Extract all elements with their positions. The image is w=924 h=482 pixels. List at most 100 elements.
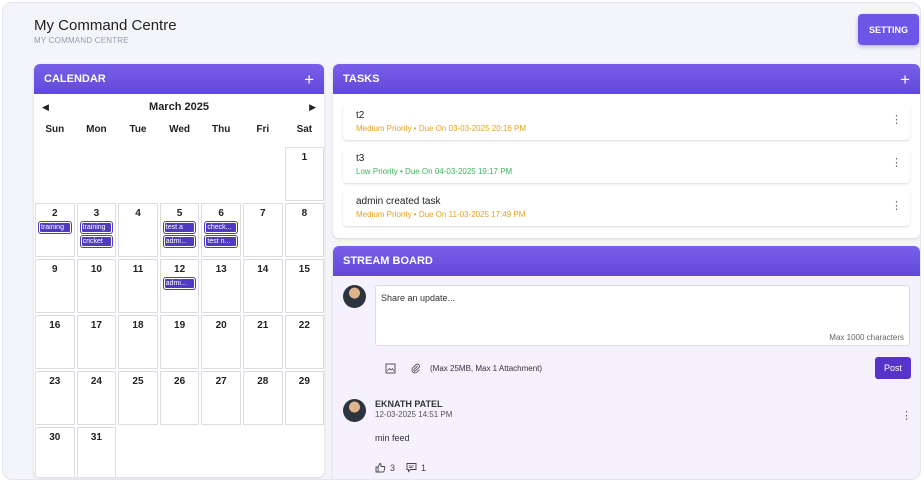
calendar-day[interactable]: 4 — [118, 203, 158, 257]
image-icon[interactable] — [385, 363, 396, 377]
task-meta: Low Priority • Due On 04-03-2025 19:17 P… — [356, 167, 513, 176]
calendar-event[interactable]: admi... — [163, 236, 196, 247]
calendar-empty-cell — [35, 147, 75, 201]
day-number: 22 — [298, 320, 310, 331]
post-timestamp: 12-03-2025 14:51 PM — [375, 410, 453, 419]
task-item[interactable]: admin created task Medium Priority • Due… — [343, 191, 910, 226]
share-update-placeholder: Share an update... — [381, 293, 456, 303]
weekday-label: Wed — [169, 124, 191, 135]
calendar-day[interactable]: 29 — [284, 371, 324, 425]
post-author: EKNATH PATEL — [375, 399, 443, 409]
calendar-day[interactable]: 6 check... test n... — [201, 203, 241, 257]
kebab-menu-icon[interactable]: ⋮ — [901, 411, 912, 422]
day-number: 27 — [215, 376, 227, 387]
current-user-avatar — [343, 285, 366, 308]
weekday-label: Thu — [212, 124, 231, 135]
day-number: 8 — [301, 208, 308, 219]
calendar-card: CALENDAR + ◀ March 2025 ▶ Sun Mon Tue We… — [34, 64, 324, 477]
calendar-day[interactable]: 23 — [35, 371, 75, 425]
day-number: 1 — [301, 152, 308, 163]
weekday-label: Mon — [86, 124, 107, 135]
calendar-event[interactable]: test n... — [205, 236, 237, 247]
kebab-menu-icon[interactable]: ⋮ — [891, 201, 902, 212]
day-number: 11 — [132, 264, 144, 275]
calendar-day[interactable]: 27 — [201, 371, 241, 425]
task-item[interactable]: t3 Low Priority • Due On 04-03-2025 19:1… — [343, 148, 910, 183]
paperclip-icon[interactable] — [410, 363, 421, 377]
calendar-day[interactable]: 9 — [35, 259, 75, 313]
weekday-label: Fri — [256, 124, 270, 135]
caret-left-icon[interactable]: ◀ — [42, 102, 49, 113]
calendar-day[interactable]: 12 admi... — [159, 259, 200, 313]
calendar-event[interactable]: training — [80, 222, 113, 233]
poster-avatar — [343, 399, 366, 422]
month-navigation: ◀ March 2025 ▶ — [34, 96, 324, 118]
day-number: 6 — [218, 208, 224, 219]
comment-count: 1 — [421, 462, 427, 473]
kebab-menu-icon[interactable]: ⋮ — [891, 115, 902, 126]
page-subtitle: MY COMMAND CENTRE — [34, 36, 129, 45]
calendar-day[interactable]: 2 training — [35, 203, 75, 257]
calendar-day[interactable]: 24 — [76, 371, 117, 425]
calendar-day[interactable]: 26 — [159, 371, 200, 425]
day-number: 21 — [257, 320, 269, 331]
tasks-card: TASKS + t2 Medium Priority • Due On 03-0… — [333, 64, 920, 238]
calendar-day[interactable]: 14 — [242, 259, 283, 313]
calendar-event[interactable]: cricket — [80, 236, 113, 247]
task-name: t3 — [356, 153, 365, 164]
day-number: 30 — [49, 432, 61, 443]
calendar-event[interactable]: admi... — [163, 278, 196, 289]
command-centre-page: My Command Centre MY COMMAND CENTRE SETT… — [2, 2, 921, 480]
calendar-day[interactable]: 31 — [76, 427, 117, 477]
day-number: 12 — [174, 264, 186, 275]
like-reaction[interactable]: 3 — [375, 462, 395, 473]
calendar-day[interactable]: 10 — [76, 259, 117, 313]
thumbs-up-icon — [375, 463, 386, 473]
day-number: 23 — [49, 376, 61, 387]
calendar-day[interactable]: 18 — [118, 315, 158, 369]
comment-reaction[interactable]: 1 — [406, 462, 426, 473]
share-update-input[interactable]: Share an update... Max 1000 characters — [375, 285, 910, 346]
day-number: 4 — [135, 208, 141, 219]
calendar-day[interactable]: 30 — [35, 427, 75, 477]
setting-button[interactable]: SETTING — [858, 14, 919, 45]
calendar-empty-cell — [76, 147, 117, 201]
calendar-day[interactable]: 8 — [284, 203, 324, 257]
attachment-limit-note: (Max 25MB, Max 1 Attachment) — [430, 364, 543, 373]
page-title: My Command Centre — [34, 17, 177, 34]
calendar-day[interactable]: 22 — [284, 315, 324, 369]
weekday-label: Tue — [129, 124, 147, 135]
calendar-event[interactable]: check... — [205, 222, 237, 233]
tasks-title: TASKS — [343, 73, 380, 85]
calendar-day[interactable]: 5 test a admi... — [159, 203, 200, 257]
caret-right-icon[interactable]: ▶ — [309, 102, 316, 113]
calendar-day[interactable]: 1 — [284, 147, 324, 201]
day-number: 9 — [52, 264, 58, 275]
post-button[interactable]: Post — [875, 357, 911, 379]
plus-icon[interactable]: + — [304, 71, 314, 88]
task-item[interactable]: t2 Medium Priority • Due On 03-03-2025 2… — [343, 105, 910, 140]
day-number: 16 — [49, 320, 61, 331]
calendar-day[interactable]: 16 — [35, 315, 75, 369]
calendar-day[interactable]: 7 — [242, 203, 283, 257]
day-number: 14 — [257, 264, 269, 275]
calendar-day[interactable]: 25 — [118, 371, 158, 425]
calendar-event[interactable]: training — [39, 222, 71, 233]
calendar-day[interactable]: 20 — [201, 315, 241, 369]
calendar-event[interactable]: test a — [163, 222, 196, 233]
kebab-menu-icon[interactable]: ⋮ — [891, 158, 902, 169]
plus-icon[interactable]: + — [900, 71, 910, 88]
calendar-day[interactable]: 28 — [242, 371, 283, 425]
stream-board-card: STREAM BOARD Share an update... Max 1000… — [333, 246, 920, 479]
day-number: 26 — [174, 376, 186, 387]
calendar-day[interactable]: 19 — [159, 315, 200, 369]
max-characters-note: Max 1000 characters — [829, 333, 904, 342]
calendar-day[interactable]: 17 — [76, 315, 117, 369]
task-meta: Medium Priority • Due On 03-03-2025 20:1… — [356, 124, 526, 133]
calendar-day[interactable]: 15 — [284, 259, 324, 313]
calendar-day[interactable]: 3 training cricket — [76, 203, 117, 257]
calendar-day[interactable]: 21 — [242, 315, 283, 369]
calendar-day[interactable]: 13 — [201, 259, 241, 313]
stream-header: STREAM BOARD — [333, 246, 920, 276]
calendar-day[interactable]: 11 — [118, 259, 158, 313]
